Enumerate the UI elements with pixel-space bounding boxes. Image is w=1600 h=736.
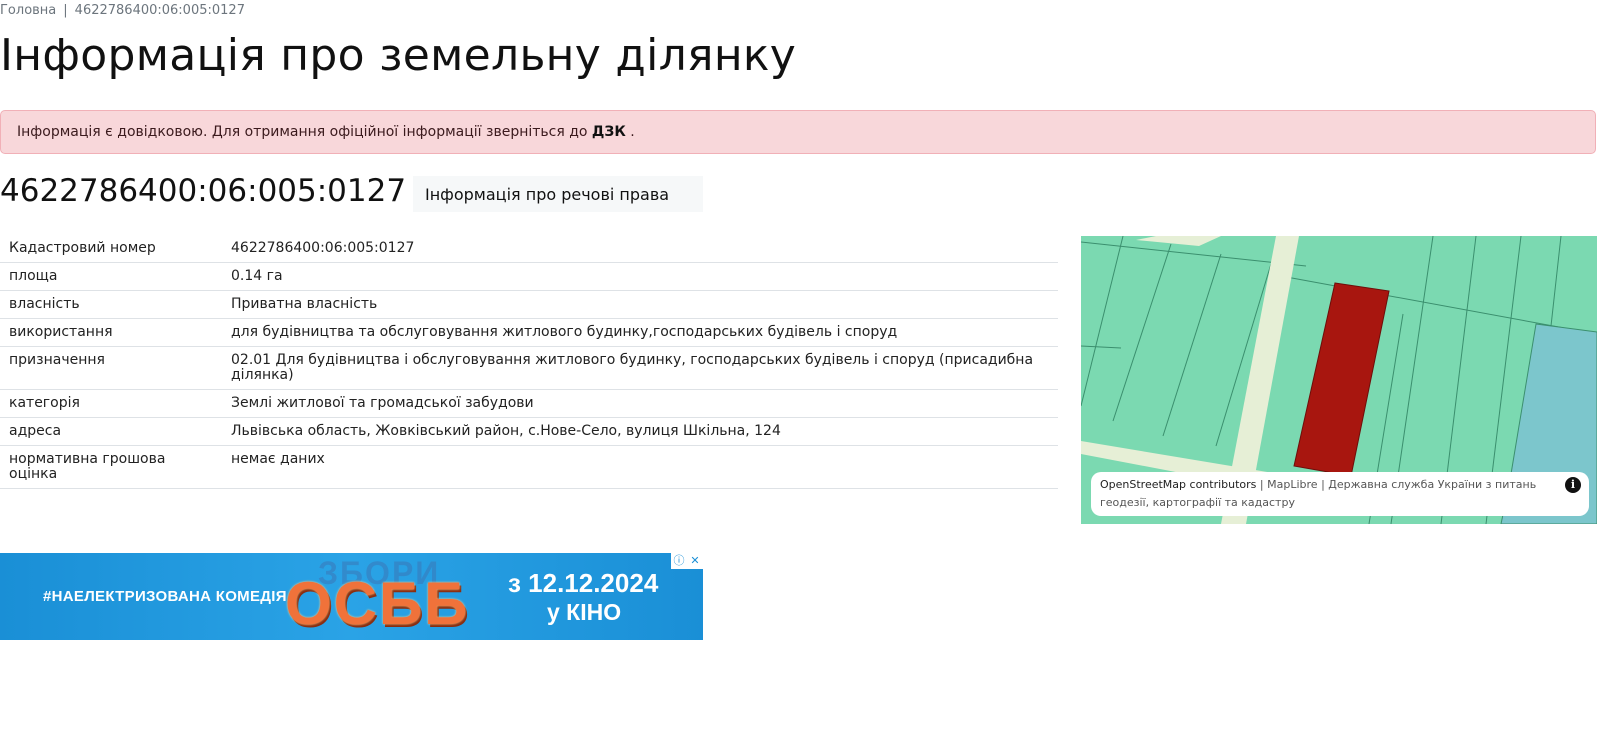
alert-text: Інформація є довідковою. Для отримання о…	[17, 124, 588, 140]
row-label: Кадастровий номер	[0, 235, 222, 263]
row-value: для будівництва та обслуговування житлов…	[222, 318, 1058, 347]
osm-attribution-link[interactable]: OpenStreetMap contributors	[1100, 478, 1256, 491]
row-label: використання	[0, 318, 222, 347]
row-label: площа	[0, 262, 222, 291]
cadastral-map[interactable]: OpenStreetMap contributors | MapLibre | …	[1081, 236, 1597, 524]
ad-hashtag: #НАЕЛЕКТРИЗОВАНА КОМЕДІЯ	[43, 588, 287, 605]
dzk-link[interactable]: ДЗК	[592, 124, 626, 140]
breadcrumb-current: 4622786400:06:005:0127	[74, 3, 245, 18]
ad-close-icon[interactable]: ✕	[687, 553, 703, 569]
ad-cinema: у КІНО	[547, 599, 622, 625]
table-row: категорія Землі житлової та громадської …	[0, 389, 1058, 418]
table-row: призначення 02.01 Для будівництва і обсл…	[0, 346, 1058, 390]
alert-suffix: .	[630, 124, 635, 140]
row-value: 0.14 га	[222, 262, 1058, 291]
property-rights-button[interactable]: Інформація про речові права	[413, 176, 703, 212]
ad-title-big: ОСББ	[285, 570, 470, 637]
row-label: адреса	[0, 417, 222, 446]
breadcrumb-separator: |	[63, 3, 68, 18]
table-row: адреса Львівська область, Жовківський ра…	[0, 417, 1058, 446]
row-value: немає даних	[222, 445, 1058, 489]
attribution-separator: |	[1321, 478, 1325, 491]
attribution-info-icon[interactable]: i	[1565, 477, 1581, 493]
table-row: використання для будівництва та обслугов…	[0, 318, 1058, 347]
row-value: 4622786400:06:005:0127	[222, 235, 1058, 263]
breadcrumb: Головна | 4622786400:06:005:0127	[0, 3, 245, 18]
ad-info-icon[interactable]: ⓘ	[671, 553, 687, 569]
row-label: категорія	[0, 389, 222, 418]
row-label: власність	[0, 290, 222, 319]
ad-controls: ⓘ ✕	[671, 553, 703, 569]
parcel-info-table: Кадастровий номер 4622786400:06:005:0127…	[0, 235, 1058, 489]
breadcrumb-home-link[interactable]: Головна	[0, 3, 56, 18]
map-attribution: OpenStreetMap contributors | MapLibre | …	[1091, 472, 1589, 516]
table-row: нормативна грошова оцінка немає даних	[0, 445, 1058, 489]
info-alert: Інформація є довідковою. Для отримання о…	[0, 110, 1596, 154]
row-label: нормативна грошова оцінка	[0, 445, 222, 489]
cadastral-number-heading: 4622786400:06:005:0127	[0, 173, 407, 209]
table-row: власність Приватна власність	[0, 290, 1058, 319]
attribution-separator: |	[1259, 478, 1264, 491]
row-value: 02.01 Для будівництва і обслуговування ж…	[222, 346, 1058, 390]
row-value: Приватна власність	[222, 290, 1058, 319]
row-label: призначення	[0, 346, 222, 390]
row-value: Львівська область, Жовківський район, с.…	[222, 417, 1058, 446]
page-title: Інформація про земельну ділянку	[0, 30, 797, 81]
table-row: площа 0.14 га	[0, 262, 1058, 291]
row-value: Землі житлової та громадської забудови	[222, 389, 1058, 418]
ad-date: з 12.12.2024	[508, 568, 659, 598]
ad-banner[interactable]: #НАЕЛЕКТРИЗОВАНА КОМЕДІЯ ЗБОРИ ОСББ з 12…	[0, 553, 703, 640]
maplibre-link[interactable]: MapLibre	[1267, 478, 1317, 491]
table-row: Кадастровий номер 4622786400:06:005:0127	[0, 235, 1058, 263]
